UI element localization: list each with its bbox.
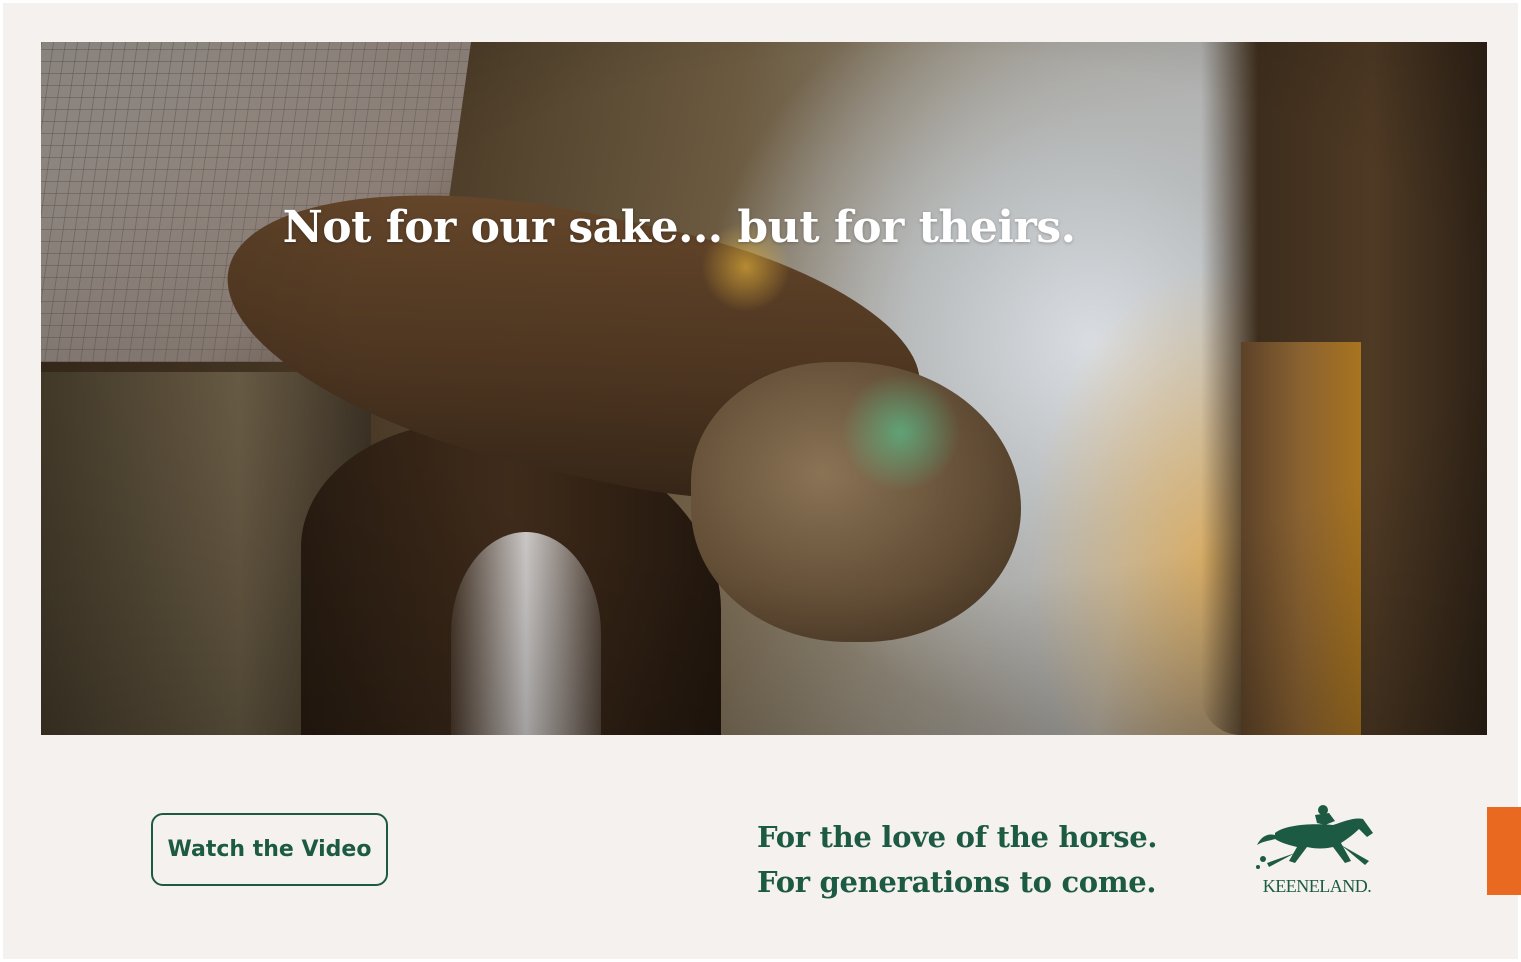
keeneland-logo[interactable]: KEENELAND. [1255,803,1379,898]
tagline-line-2: For generations to come. [757,865,1157,899]
hero-headline: Not for our sake... but for theirs. [282,202,1076,253]
keeneland-wordmark: KEENELAND. [1262,876,1372,896]
hero-video-still[interactable]: Not for our sake... but for theirs. [41,42,1487,735]
tagline-line-1: For the love of the horse. [757,820,1158,854]
page: Not for our sake... but for theirs. Watc… [0,0,1521,962]
horse-and-jockey-icon [1256,805,1373,869]
watch-video-button[interactable]: Watch the Video [151,813,388,886]
hero-vignette [41,42,1487,735]
side-feedback-tab[interactable] [1487,807,1521,895]
tagline: For the love of the horse. For generatio… [757,815,1227,905]
